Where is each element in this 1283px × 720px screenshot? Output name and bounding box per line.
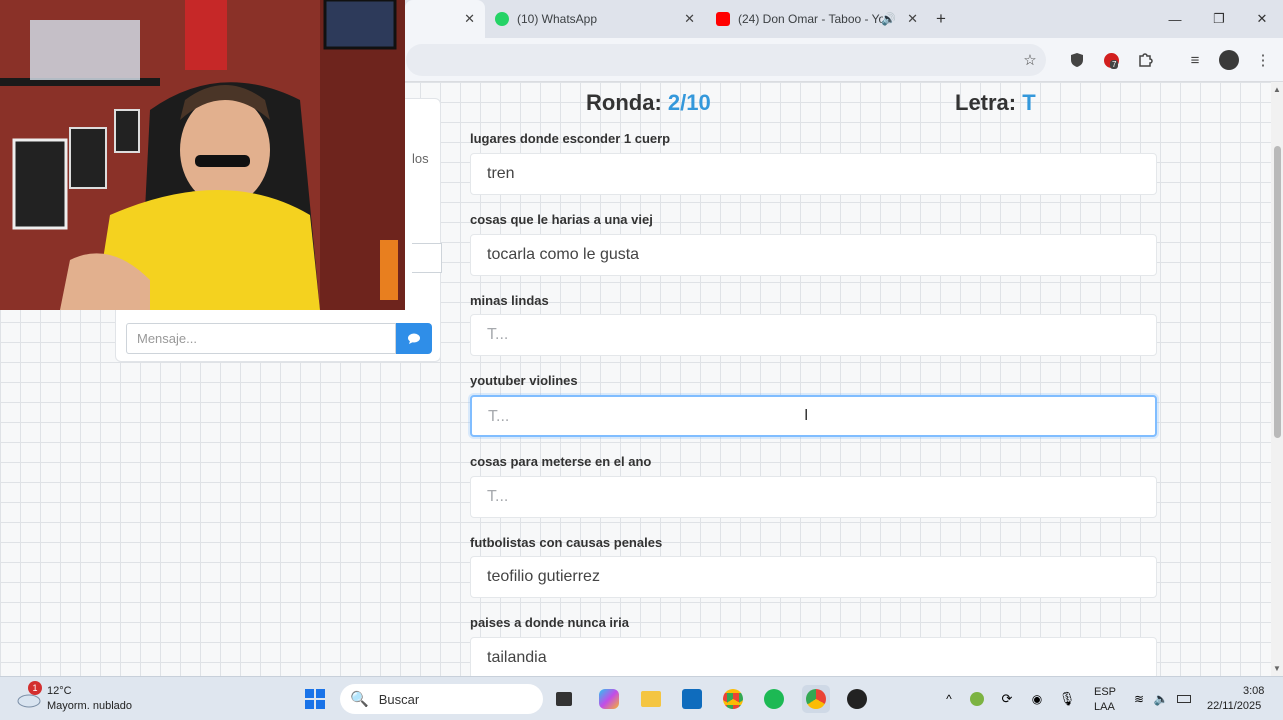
round-indicator: Ronda: 2/10: [586, 90, 711, 116]
minimize-button[interactable]: —: [1153, 0, 1197, 38]
speaker-icon[interactable]: 🔊: [881, 12, 896, 26]
weather-cloud-icon[interactable]: 1: [16, 681, 42, 711]
obs-icon[interactable]: [843, 685, 871, 713]
letter-value: T: [1022, 90, 1036, 115]
layout-code: LAA: [1094, 701, 1115, 713]
page-scrollbar[interactable]: ▲ ▼: [1271, 82, 1283, 676]
chevron-up-icon[interactable]: ^: [935, 685, 963, 713]
whatsapp-icon: [495, 12, 509, 26]
question-label: cosas para meterse en el ano: [470, 454, 652, 469]
answer-input[interactable]: teofilio gutierrez: [470, 556, 1157, 598]
tab-active[interactable]: ✕: [405, 0, 485, 38]
chrome-icon[interactable]: [719, 685, 747, 713]
webcam-image: [0, 0, 405, 310]
microphone-icon[interactable]: 🎙: [1053, 685, 1081, 713]
weather-temp: 12°C: [47, 685, 72, 697]
tab-label: (10) WhatsApp: [517, 12, 598, 26]
answer-input[interactable]: tren: [470, 153, 1157, 195]
text-cursor-icon: I: [804, 407, 809, 424]
answer-input[interactable]: T...: [470, 314, 1157, 356]
address-bar[interactable]: [406, 44, 1046, 76]
security-icon[interactable]: ◉: [1023, 685, 1051, 713]
tab-youtube[interactable]: (24) Don Omar - Taboo - Yo 🔊 ✕: [706, 0, 928, 38]
menu-kebab-icon[interactable]: ⋮: [1252, 49, 1274, 71]
search-placeholder: Buscar: [378, 691, 420, 707]
weather-desc: Mayorm. nublado: [47, 700, 132, 712]
question-label: futbolistas con causas penales: [470, 535, 663, 550]
answer-input[interactable]: tocarla como le gusta: [470, 234, 1157, 276]
windows-taskbar: 1 12°C Mayorm. nublado 🔍 Buscar ^ ⟳ ◉ 🎙 …: [0, 676, 1283, 720]
question-label: minas lindas: [470, 293, 549, 308]
close-tab-icon[interactable]: ✕: [464, 11, 475, 27]
windows-start-icon[interactable]: [301, 685, 329, 713]
youtube-icon: [716, 12, 730, 26]
outlook-icon[interactable]: [678, 685, 706, 713]
webcam-overlay: [0, 0, 405, 310]
taskbar-search[interactable]: 🔍 Buscar: [340, 684, 543, 714]
round-value: 2/10: [667, 90, 711, 115]
tab-whatsapp[interactable]: (10) WhatsApp ✕: [485, 0, 705, 38]
battery-icon[interactable]: [1170, 685, 1198, 713]
shield-icon[interactable]: [1066, 49, 1088, 71]
close-tab-icon[interactable]: ✕: [684, 11, 695, 27]
bookmark-star-icon[interactable]: ☆: [1019, 49, 1041, 71]
weather-badge: 1: [28, 681, 42, 695]
question-label: cosas que le harias a una viej: [470, 212, 653, 227]
tray-app-icon[interactable]: [963, 685, 991, 713]
extension-red-icon[interactable]: 7: [1100, 49, 1122, 71]
sync-icon[interactable]: ⟳: [993, 685, 1021, 713]
media-controls-icon[interactable]: ≡: [1184, 49, 1206, 71]
question-label: lugares donde esconder 1 cuerp: [470, 131, 671, 146]
extensions-puzzle-icon[interactable]: [1134, 49, 1156, 71]
profile-avatar[interactable]: [1218, 49, 1240, 71]
clock-time[interactable]: 3:08: [1243, 685, 1264, 697]
clock-date[interactable]: 22/11/2025: [1207, 700, 1261, 712]
comment-icon: [408, 333, 420, 344]
letter-label: Letra:: [955, 90, 1017, 115]
round-label: Ronda:: [586, 90, 662, 115]
answer-input[interactable]: tailandia: [470, 637, 1157, 676]
extension-badge: 7: [1110, 60, 1119, 69]
close-tab-icon[interactable]: ✕: [907, 11, 918, 27]
scroll-up-icon[interactable]: ▲: [1273, 85, 1281, 94]
file-explorer-icon[interactable]: [637, 685, 665, 713]
chat-message-input[interactable]: Mensaje...: [126, 323, 396, 354]
copilot-icon[interactable]: [595, 685, 623, 713]
question-label: youtuber violines: [470, 373, 578, 388]
chrome-active-icon[interactable]: [802, 685, 830, 713]
search-icon: 🔍: [350, 691, 369, 708]
task-view-icon[interactable]: [550, 685, 578, 713]
scroll-down-icon[interactable]: ▼: [1273, 664, 1281, 673]
scroll-thumb[interactable]: [1274, 146, 1281, 438]
answer-input-focused[interactable]: T...: [470, 395, 1157, 437]
letter-indicator: Letra: T: [955, 90, 1036, 116]
chat-send-button[interactable]: [396, 323, 432, 354]
new-tab-button[interactable]: +: [936, 9, 946, 29]
answer-input[interactable]: T...: [470, 476, 1157, 518]
language-code[interactable]: ESP: [1094, 686, 1116, 698]
tab-label: (24) Don Omar - Taboo - Yo: [738, 12, 883, 26]
chat-side-box: [412, 243, 442, 273]
close-window-button[interactable]: ✕: [1240, 0, 1283, 38]
spotify-icon[interactable]: [760, 685, 788, 713]
question-label: paises a donde nunca iria: [470, 615, 629, 630]
restore-button[interactable]: ❐: [1197, 0, 1241, 38]
chat-message-text: los: [412, 151, 429, 166]
